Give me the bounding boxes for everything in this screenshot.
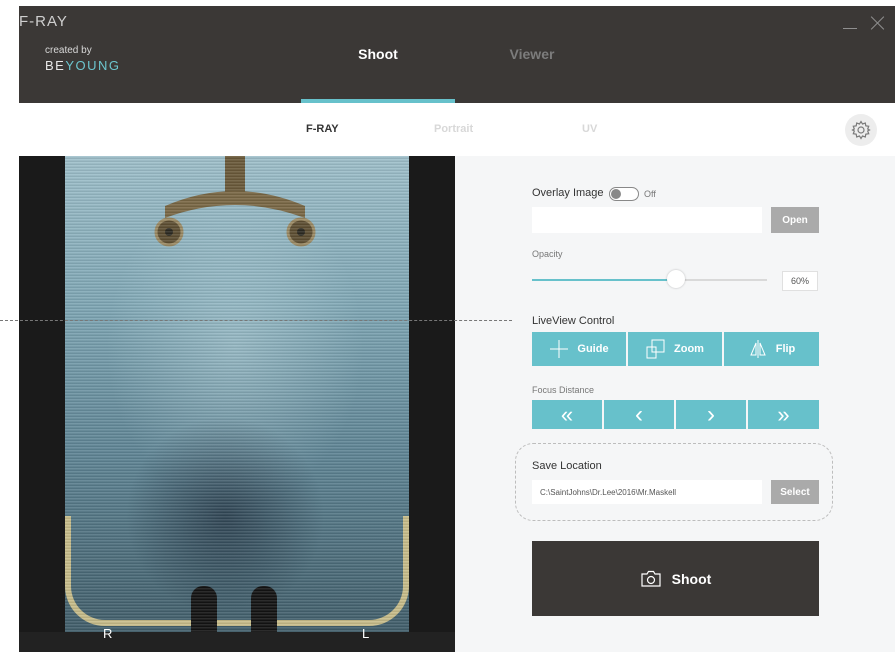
minimize-button[interactable] [841,14,859,32]
shoot-button[interactable]: Shoot [532,541,819,616]
flip-button[interactable]: Flip [724,332,819,366]
slider-fill [532,279,677,281]
subtab-f-ray[interactable]: F-RAY [306,103,339,156]
overlay-toggle-state: Off [644,189,656,199]
brand-name: BEYOUNG [45,58,121,73]
close-button[interactable] [869,14,887,32]
header-bar: F-RAY created by BEYOUNG Shoot Viewer [19,6,895,103]
flip-icon [749,340,766,358]
brand-logo: created by BEYOUNG [45,45,121,74]
overlay-toggle[interactable] [609,187,639,201]
save-path-input[interactable] [532,480,762,504]
subtab-portrait[interactable]: Portrait [434,103,473,156]
double-chevron-left-icon: « [560,401,574,427]
scanlines [65,156,409,652]
marker-r: R [103,626,113,641]
chevron-left-icon: ‹ [635,400,643,428]
focus-forward-button[interactable]: › [676,400,746,429]
opacity-value: 60% [782,271,818,291]
flip-label: Flip [775,343,796,355]
select-button[interactable]: Select [771,480,819,504]
zoom-label: Zoom [674,343,704,355]
chevron-right-icon: › [707,400,715,428]
slider-thumb[interactable] [667,270,685,288]
preview-image [65,156,409,652]
brand-name-part2: YOUNG [65,58,121,73]
toggle-knob [611,189,621,199]
overlay-path-input[interactable] [532,207,762,233]
live-preview[interactable]: R L [19,156,455,652]
open-button[interactable]: Open [771,207,819,233]
app-title: F-RAY [19,13,68,30]
guide-label: Guide [577,343,609,355]
gear-icon [851,120,871,140]
guide-dashed-line [0,320,512,321]
sub-tab-bar: F-RAY Portrait UV [19,103,895,156]
focus-far-back-button[interactable]: « [532,400,602,429]
opacity-label: Opacity [532,249,563,259]
guide-button[interactable]: Guide [532,332,626,366]
control-panel: Overlay Image Off Open Opacity 60% LiveV… [455,156,895,652]
liveview-control-label: LiveView Control [532,315,615,327]
opacity-slider[interactable] [532,270,767,289]
subtab-uv[interactable]: UV [582,103,597,156]
save-location-label: Save Location [532,460,602,472]
brand-name-part1: BE [45,58,66,73]
camera-icon [641,570,661,587]
double-chevron-right-icon: » [777,401,790,427]
focus-far-forward-button[interactable]: » [748,400,819,429]
minimize-icon [843,28,857,29]
created-by-text: created by [45,45,92,56]
tab-shoot[interactable]: Shoot [301,6,455,103]
shoot-label: Shoot [671,570,712,587]
crosshair-icon [550,340,569,358]
zoom-button[interactable]: Zoom [628,332,722,366]
focus-distance-label: Focus Distance [532,385,595,395]
marker-l: L [362,626,370,641]
tab-viewer[interactable]: Viewer [455,6,609,103]
preview-bottom-band [19,632,455,652]
focus-back-button[interactable]: ‹ [604,400,674,429]
overlay-image-label: Overlay Image [532,187,604,199]
zoom-squares-icon [646,339,665,359]
app-window: F-RAY created by BEYOUNG Shoot Viewer F-… [0,6,895,652]
window-controls [841,14,887,32]
main-tabs: Shoot Viewer [301,6,609,103]
settings-button[interactable] [845,114,877,146]
